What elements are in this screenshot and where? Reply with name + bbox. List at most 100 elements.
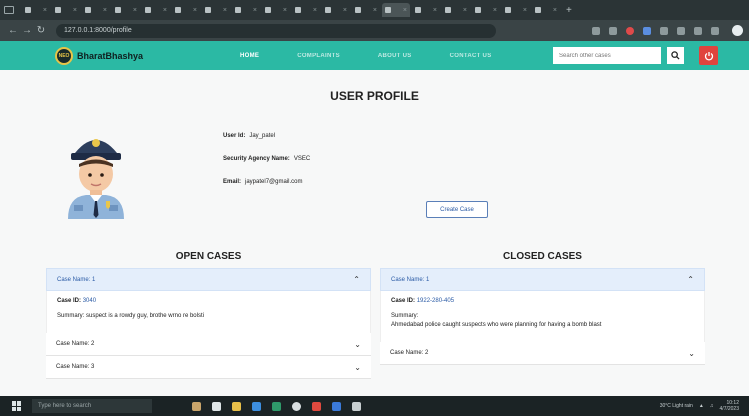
summary-text: Ahmedabad police caught suspects who wer… <box>391 322 602 328</box>
web-page: NEO BharatBhashya HOME COMPLAINTS ABOUT … <box>0 41 749 396</box>
tab-favicon-icon <box>355 7 361 13</box>
close-tab-icon[interactable]: × <box>403 7 407 14</box>
app-icon[interactable] <box>352 401 361 411</box>
close-tab-icon[interactable]: × <box>283 7 287 14</box>
browser-tab[interactable]: × <box>322 3 350 17</box>
app-icon[interactable] <box>272 401 281 411</box>
agency-value: VSEC <box>293 156 311 162</box>
search-cases-input[interactable] <box>553 47 661 64</box>
browser-tab[interactable]: × <box>172 3 200 17</box>
browser-tab[interactable]: × <box>52 3 80 17</box>
weather-text[interactable]: 30°C Light rain <box>660 403 693 409</box>
closed-case-2-header[interactable]: Case Name: 2 ⌄ <box>380 342 705 365</box>
browser-tab[interactable]: × <box>442 3 470 17</box>
close-tab-icon[interactable]: × <box>253 7 257 14</box>
task-view-icon[interactable] <box>212 401 221 411</box>
chevron-down-icon: ⌄ <box>688 348 695 358</box>
browser-tab[interactable]: × <box>262 3 290 17</box>
chrome-icon[interactable] <box>292 401 301 411</box>
close-tab-icon[interactable]: × <box>223 7 227 14</box>
reload-icon[interactable]: ↻ <box>34 25 48 36</box>
window-menu-icon[interactable] <box>4 6 14 14</box>
nav-link-about-us[interactable]: ABOUT US <box>378 53 412 59</box>
record-icon[interactable] <box>626 26 634 35</box>
browser-tab[interactable]: × <box>382 3 410 17</box>
file-explorer-icon[interactable] <box>232 401 241 411</box>
create-case-button[interactable]: Create Case <box>426 201 488 218</box>
wifi-icon[interactable]: ▲ <box>699 403 704 409</box>
close-tab-icon[interactable]: × <box>343 7 347 14</box>
browser-tab[interactable]: × <box>502 3 530 17</box>
search-button[interactable] <box>667 47 684 64</box>
tab-favicon-icon <box>325 7 331 13</box>
extension-icon[interactable] <box>609 26 617 35</box>
agency-label: Security Agency Name: <box>223 156 290 162</box>
close-tab-icon[interactable]: × <box>493 7 497 14</box>
user-id-row: User Id: Jay_patel <box>223 133 275 139</box>
closed-cases-section: CLOSED CASES Case Name: 1 ⌃ Case ID: 192… <box>380 246 705 365</box>
windows-start-icon[interactable] <box>12 401 22 411</box>
browser-tab[interactable]: × <box>142 3 170 17</box>
close-tab-icon[interactable]: × <box>433 7 437 14</box>
browser-tab[interactable]: × <box>82 3 110 17</box>
extension-icon[interactable] <box>592 26 600 35</box>
closed-case-1-header[interactable]: Case Name: 1 ⌃ <box>380 268 705 291</box>
open-case-3-header[interactable]: Case Name: 3 ⌄ <box>46 356 371 379</box>
extension-icon[interactable] <box>677 26 685 35</box>
url-text: 127.0.0.1:8000/profile <box>64 27 132 34</box>
close-tab-icon[interactable]: × <box>553 7 557 14</box>
address-bar-row: ← → ↻ 127.0.0.1:8000/profile <box>0 20 749 41</box>
close-tab-icon[interactable]: × <box>313 7 317 14</box>
app-icon[interactable] <box>312 401 321 411</box>
extension-icon[interactable] <box>694 26 702 35</box>
new-tab-icon[interactable]: + <box>566 5 572 16</box>
browser-tab[interactable]: × <box>202 3 230 17</box>
chevron-up-icon: ⌃ <box>687 275 694 284</box>
tab-favicon-icon <box>295 7 301 13</box>
volume-icon[interactable]: ♫ <box>710 403 714 409</box>
open-case-2-header[interactable]: Case Name: 2 ⌄ <box>46 333 371 356</box>
extension-icon[interactable] <box>660 26 668 35</box>
url-field[interactable]: 127.0.0.1:8000/profile <box>56 23 496 38</box>
browser-tab[interactable]: × <box>232 3 260 17</box>
close-tab-icon[interactable]: × <box>73 7 77 14</box>
logout-button[interactable] <box>699 46 718 65</box>
close-tab-icon[interactable]: × <box>43 7 47 14</box>
vscode-icon[interactable] <box>332 401 341 411</box>
browser-tab[interactable]: × <box>412 3 440 17</box>
browser-tab[interactable]: × <box>112 3 140 17</box>
clock[interactable]: 10:12 4/7/2023 <box>720 400 739 412</box>
back-icon[interactable]: ← <box>6 25 20 36</box>
browser-tab[interactable]: × <box>22 3 50 17</box>
browser-tab[interactable]: × <box>472 3 500 17</box>
nav-link-complaints[interactable]: COMPLAINTS <box>297 53 340 59</box>
brand-name[interactable]: BharatBhashya <box>77 51 143 61</box>
close-tab-icon[interactable]: × <box>373 7 377 14</box>
bookmark-icon[interactable] <box>711 26 719 35</box>
chevron-down-icon: ⌄ <box>354 339 361 349</box>
app-icon[interactable] <box>192 401 201 411</box>
close-tab-icon[interactable]: × <box>133 7 137 14</box>
mail-icon[interactable] <box>252 401 261 411</box>
nav-link-home[interactable]: HOME <box>240 53 259 59</box>
close-tab-icon[interactable]: × <box>163 7 167 14</box>
forward-icon[interactable]: → <box>20 25 34 36</box>
extension-icon[interactable] <box>643 26 651 35</box>
close-tab-icon[interactable]: × <box>463 7 467 14</box>
browser-tab[interactable]: × <box>292 3 320 17</box>
browser-tab[interactable]: × <box>532 3 560 17</box>
nav-links: HOME COMPLAINTS ABOUT US CONTACT US <box>240 41 492 70</box>
case-name-label: Case Name: 2 <box>56 341 95 347</box>
tab-favicon-icon <box>25 7 31 13</box>
brand-logo[interactable]: NEO <box>55 46 73 65</box>
browser-profile-avatar[interactable] <box>732 25 743 36</box>
close-tab-icon[interactable]: × <box>523 7 527 14</box>
close-tab-icon[interactable]: × <box>193 7 197 14</box>
closed-cases-title: CLOSED CASES <box>503 251 582 262</box>
tab-favicon-icon <box>265 7 271 13</box>
browser-tab[interactable]: × <box>352 3 380 17</box>
open-case-1-header[interactable]: Case Name: 1 ⌃ <box>46 268 371 291</box>
close-tab-icon[interactable]: × <box>103 7 107 14</box>
taskbar-search[interactable]: Type here to search <box>32 399 152 413</box>
nav-link-contact-us[interactable]: CONTACT US <box>450 53 492 59</box>
